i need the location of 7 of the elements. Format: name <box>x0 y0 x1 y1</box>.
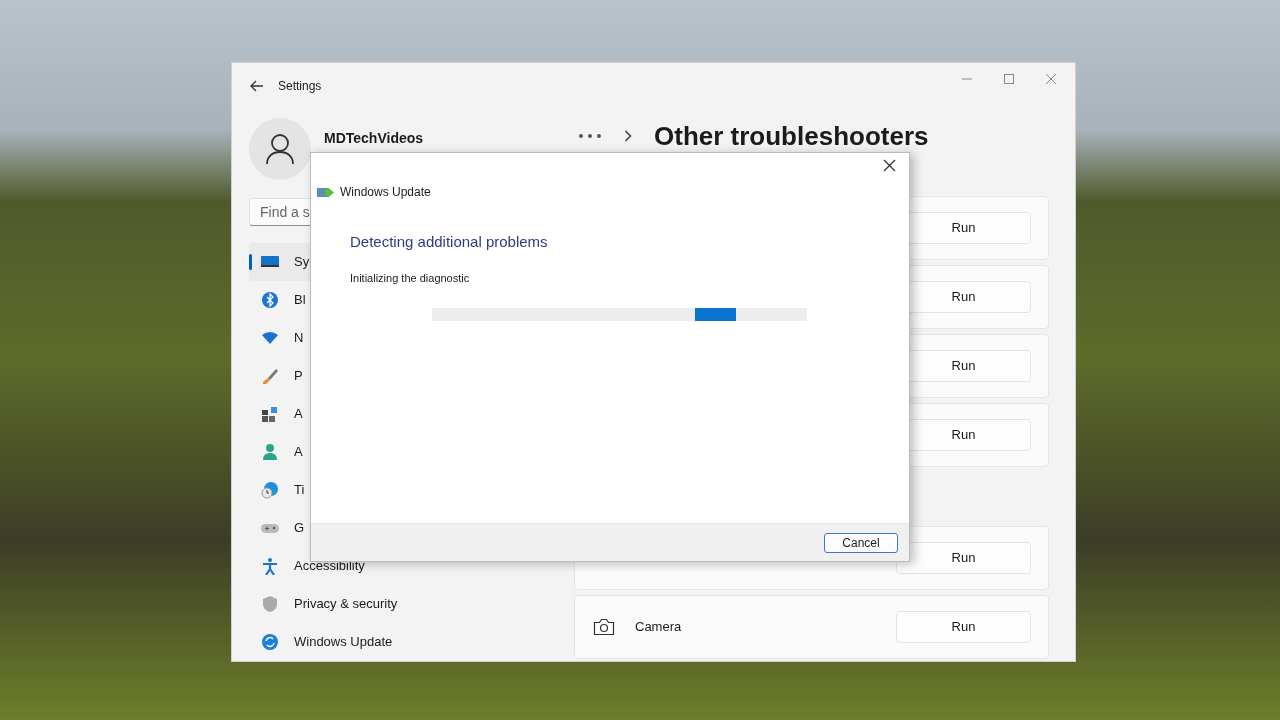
status-text: Initializing the diagnostic <box>350 270 471 286</box>
account-name: MDTechVideos <box>324 129 424 148</box>
dialog-title: Windows Update <box>340 184 431 201</box>
window-title: Settings <box>278 78 322 95</box>
page-title: Other troubleshooters <box>654 119 929 153</box>
troubleshooter-label: Camera <box>635 618 682 637</box>
dialog-heading: Detecting additional problems <box>350 232 549 252</box>
